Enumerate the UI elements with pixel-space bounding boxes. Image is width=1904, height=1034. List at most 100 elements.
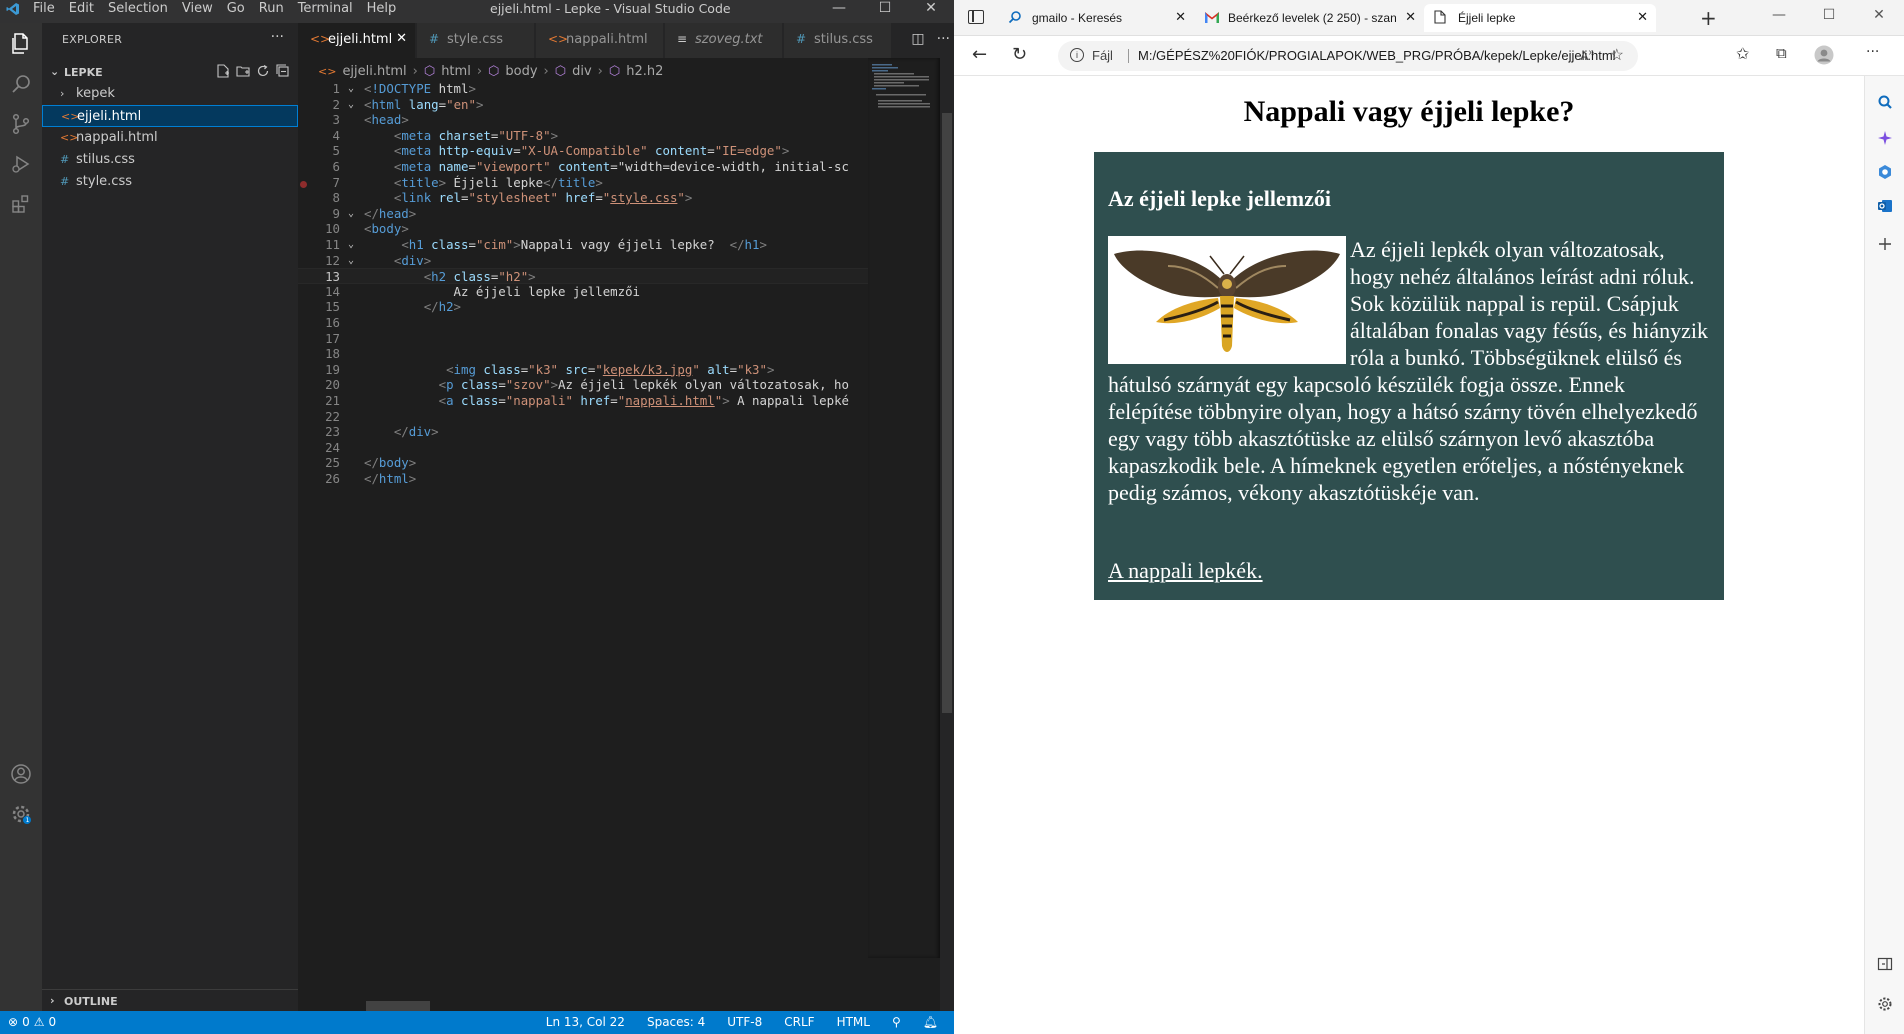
scroll-thumb[interactable] (942, 113, 952, 713)
new-tab-plus-icon[interactable]: + (1700, 6, 1717, 30)
back-arrow-icon[interactable]: ← (972, 44, 987, 65)
search-icon[interactable] (1877, 94, 1893, 110)
code-line[interactable]: 22 (298, 409, 868, 425)
code-line[interactable]: 4 <meta charset="UTF-8"> (298, 128, 868, 144)
nappali-link[interactable]: A nappali lepkék. (1108, 558, 1263, 584)
tab-actions-icon[interactable] (968, 10, 984, 24)
vertical-scrollbar[interactable] (940, 58, 954, 1011)
profile-avatar-icon[interactable] (1814, 45, 1834, 65)
menu-edit[interactable]: Edit (62, 0, 101, 23)
browser-tab-search[interactable]: gmailo - Keresés ✕ (998, 4, 1194, 32)
office-icon[interactable] (1877, 164, 1893, 180)
refresh-icon[interactable] (256, 64, 270, 78)
code-line[interactable]: 16 (298, 315, 868, 331)
fold-chevron-icon[interactable]: ⌄ (348, 206, 354, 222)
language-mode[interactable]: HTML (837, 1015, 870, 1029)
cursor-position[interactable]: Ln 13, Col 22 (546, 1015, 625, 1029)
settings-more-icon[interactable]: ··· (1866, 44, 1879, 60)
more-actions-icon[interactable]: ··· (271, 29, 284, 45)
outline-section[interactable]: › OUTLINE (42, 989, 298, 1011)
close-icon[interactable]: ✕ (1854, 0, 1904, 30)
favorites-icon[interactable]: ✩ (1736, 44, 1749, 63)
close-icon[interactable]: ✕ (1405, 9, 1416, 25)
code-line[interactable]: 26 </html> (298, 471, 868, 487)
minimap[interactable] (868, 58, 940, 958)
copilot-sparkle-icon[interactable] (1877, 130, 1893, 146)
new-folder-icon[interactable] (236, 64, 250, 78)
line-ending[interactable]: CRLF (784, 1015, 814, 1029)
browser-tab-ejjeli-lepke[interactable]: Éjjeli lepke ✕ (1424, 4, 1656, 32)
code-line[interactable]: 1 ⌄ <!DOCTYPE html> (298, 81, 868, 97)
code-line[interactable]: 24 (298, 440, 868, 456)
code-line[interactable]: 11 ⌄ <h1 class="cim">Nappali vagy éjjeli … (298, 237, 868, 253)
split-editor-icon[interactable]: ◫ (911, 31, 924, 47)
fold-chevron-icon[interactable]: ⌄ (348, 237, 354, 253)
code-line[interactable]: 13 <h2 class="h2"> (298, 268, 868, 284)
breakpoint-dot-icon[interactable] (300, 180, 307, 188)
notifications-bell-icon[interactable]: 🔔︎ (923, 1015, 938, 1029)
browser-tab-gmail[interactable]: Beérkező levelek (2 250) - szant ✕ (1194, 4, 1424, 32)
tab-nappali-html[interactable]: <> nappali.html (536, 23, 664, 58)
minimize-icon[interactable]: — (1754, 0, 1804, 30)
menu-view[interactable]: View (175, 0, 220, 23)
menu-file[interactable]: File (26, 0, 62, 23)
menu-terminal[interactable]: Terminal (291, 0, 360, 23)
menu-help[interactable]: Help (360, 0, 404, 23)
tree-item-nappali-html[interactable]: <> nappali.html (42, 127, 298, 149)
url-text[interactable]: M:/GÉPÉSZ%20FIÓK/PROGIALAPOK/WEB_PRG/PRÓ… (1138, 48, 1616, 63)
breadcrumb-item[interactable]: ejjeli.html (342, 64, 406, 79)
code-line[interactable]: 7 <title> Éjjeli lepke</title> (298, 175, 868, 191)
code-line[interactable]: 12 ⌄ <div> (298, 253, 868, 269)
read-aloud-icon[interactable]: A» (1580, 47, 1594, 63)
code-line[interactable]: 5 <meta http-equiv="X-UA-Compatible" con… (298, 143, 868, 159)
sidebar-settings-gear-icon[interactable] (1877, 996, 1893, 1012)
close-icon[interactable]: ✕ (396, 31, 407, 46)
tab-ejjeli-html[interactable]: <> ejjeli.html ✕ (298, 23, 416, 58)
code-line[interactable]: 3 <head> (298, 112, 868, 128)
close-icon[interactable]: ✕ (1637, 9, 1648, 25)
minimize-icon[interactable]: — (816, 0, 862, 17)
breadcrumb-item[interactable]: div (572, 64, 592, 79)
breadcrumb-item[interactable]: body (505, 64, 537, 79)
fold-chevron-icon[interactable]: ⌄ (348, 253, 354, 269)
refresh-icon[interactable]: ↻ (1012, 44, 1027, 65)
maximize-icon[interactable]: ☐ (1804, 0, 1854, 30)
tree-item-kepek[interactable]: › kepek (42, 83, 298, 105)
collections-icon[interactable]: ⧉ (1776, 44, 1787, 62)
source-control-icon[interactable] (0, 103, 42, 145)
close-icon[interactable]: ✕ (1175, 9, 1186, 25)
tree-item-ejjeli-html[interactable]: <> ejjeli.html (42, 105, 298, 127)
breadcrumb-item[interactable]: h2.h2 (626, 64, 663, 79)
code-line[interactable]: 18 (298, 346, 868, 362)
feedback-icon[interactable]: ⚲ (892, 1015, 901, 1029)
add-favorite-star-icon[interactable]: ☆ (1610, 45, 1624, 65)
tab-style-css[interactable]: # style.css (417, 23, 535, 58)
tab-stilus-css[interactable]: # stilus.css (784, 23, 892, 58)
code-line[interactable]: 15 </h2> (298, 299, 868, 315)
close-icon[interactable]: ✕ (908, 0, 954, 17)
more-actions-icon[interactable]: ··· (937, 31, 950, 47)
code-line[interactable]: 23 </div> (298, 424, 868, 440)
new-file-icon[interactable] (216, 64, 230, 78)
problems-indicator[interactable]: ⊗ 0 ⚠ 0 (8, 1015, 56, 1029)
breadcrumb-item[interactable]: html (441, 64, 471, 79)
code-line[interactable]: 6 <meta name="viewport" content="width=d… (298, 159, 868, 175)
add-plus-icon[interactable] (1877, 236, 1893, 252)
run-debug-icon[interactable] (0, 143, 42, 185)
outlook-icon[interactable] (1877, 198, 1893, 214)
fold-chevron-icon[interactable]: ⌄ (348, 97, 354, 113)
fold-chevron-icon[interactable]: ⌄ (348, 81, 354, 97)
hide-sidebar-icon[interactable] (1877, 956, 1893, 972)
code-line[interactable]: 2 ⌄ <html lang="en"> (298, 97, 868, 113)
indentation[interactable]: Spaces: 4 (647, 1015, 705, 1029)
code-line[interactable]: 25 </body> (298, 455, 868, 471)
settings-gear-icon[interactable]: 1 (0, 793, 42, 835)
menu-run[interactable]: Run (252, 0, 291, 23)
code-line[interactable]: 8 <link rel="stylesheet" href="style.css… (298, 190, 868, 206)
search-icon[interactable] (0, 63, 42, 105)
address-bar[interactable]: i Fájl M:/GÉPÉSZ%20FIÓK/PROGIALAPOK/WEB_… (1058, 41, 1638, 71)
encoding[interactable]: UTF-8 (727, 1015, 762, 1029)
info-icon[interactable]: i (1070, 48, 1084, 62)
tree-item-style-css[interactable]: # style.css (42, 171, 298, 193)
folder-lepke[interactable]: ⌄ LEPKE (42, 61, 298, 83)
